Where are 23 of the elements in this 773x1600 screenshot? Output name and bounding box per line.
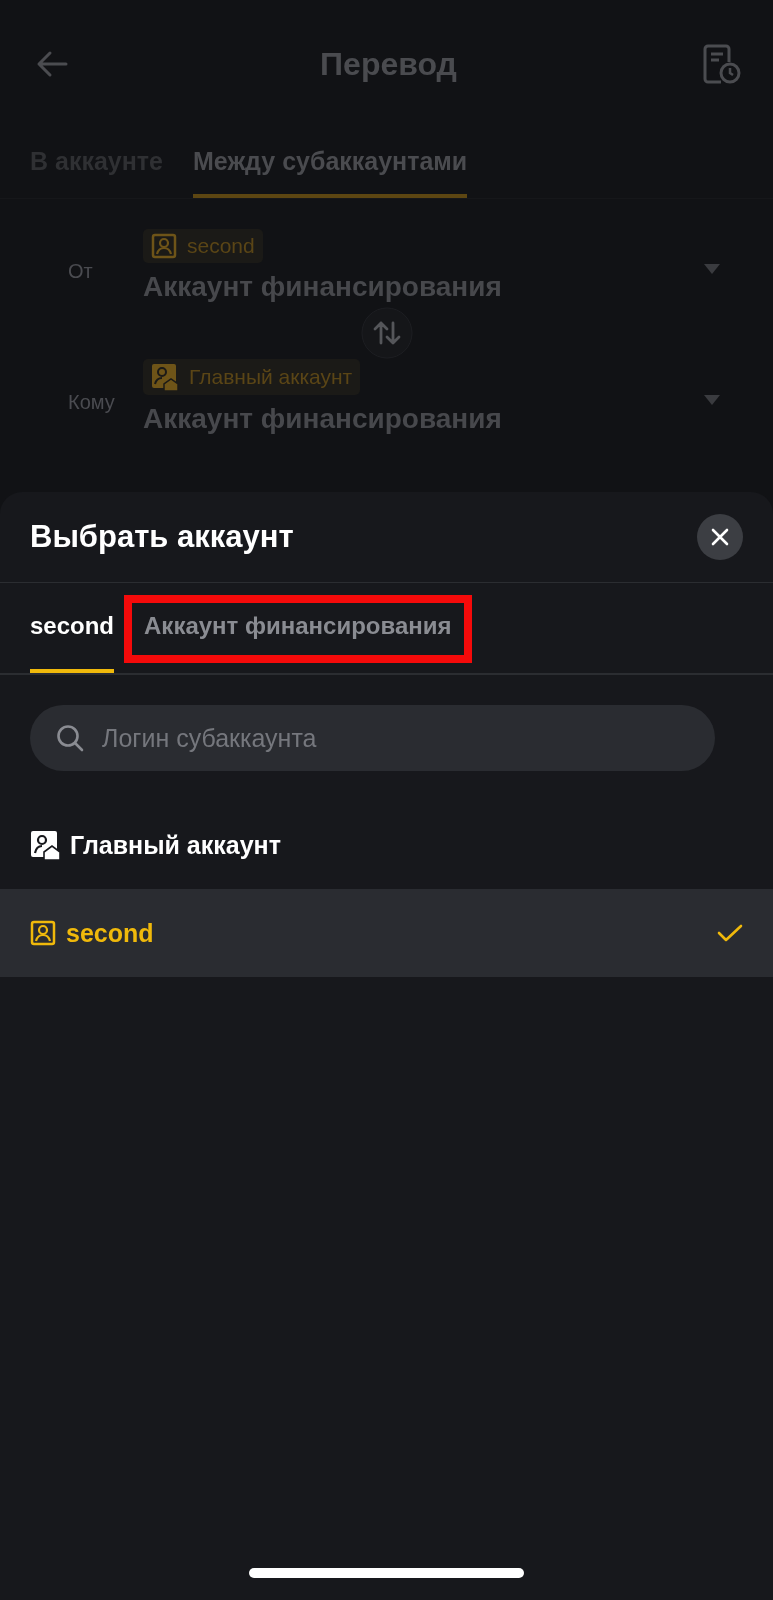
field-label: От xyxy=(68,258,94,283)
user-home-icon xyxy=(151,363,179,391)
swap-icon[interactable] xyxy=(360,307,413,359)
sheet-title: Выбрать аккаунт xyxy=(30,519,294,555)
account-item[interactable]: second xyxy=(0,889,773,977)
user-home-icon xyxy=(30,830,60,860)
account-item[interactable]: Главный аккаунт xyxy=(0,801,773,889)
close-icon xyxy=(710,527,730,547)
user-icon xyxy=(151,233,177,259)
search-icon xyxy=(56,724,84,752)
account-tab[interactable]: second xyxy=(30,583,115,673)
checkmark-icon xyxy=(717,923,743,943)
close-button[interactable] xyxy=(697,514,743,560)
page-title: Перевод xyxy=(320,45,457,83)
dropdown-caret-icon[interactable] xyxy=(703,263,721,275)
dropdown-caret-icon[interactable] xyxy=(703,394,721,406)
account-tab[interactable]: Аккаунт финансирования xyxy=(144,583,452,673)
back-arrow-icon[interactable] xyxy=(36,50,68,78)
account-badge: second xyxy=(143,229,263,263)
account-badge: Главный аккаунт xyxy=(143,359,361,395)
user-icon xyxy=(30,920,56,946)
field-label: Кому xyxy=(68,389,116,414)
history-icon[interactable] xyxy=(703,44,741,84)
